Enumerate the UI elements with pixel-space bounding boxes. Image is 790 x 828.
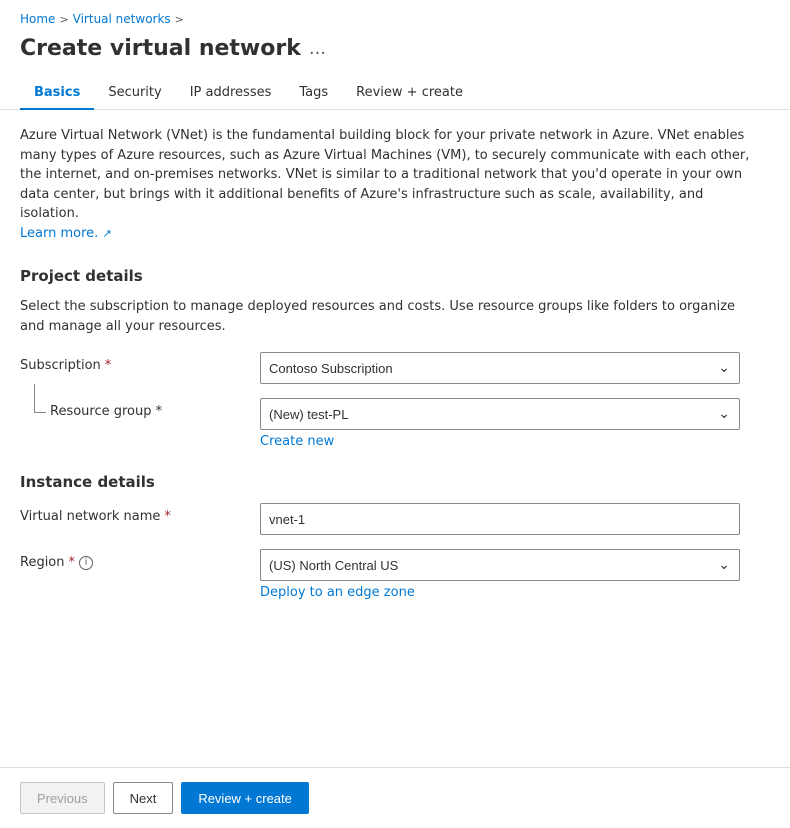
breadcrumb-sep-2: > [175,13,184,26]
page-title-row: Create virtual network ... [0,32,790,77]
subscription-label: Subscription * [20,352,260,373]
description-text: Azure Virtual Network (VNet) is the fund… [20,126,760,243]
tab-tags[interactable]: Tags [285,77,342,110]
vnet-name-label: Virtual network name * [20,503,260,524]
tabs-bar: Basics Security IP addresses Tags Review… [0,77,790,110]
breadcrumb-sep-1: > [59,13,68,26]
external-link-icon: ↗ [102,227,111,240]
tab-review-create[interactable]: Review + create [342,77,477,110]
review-create-button[interactable]: Review + create [181,782,309,814]
region-info-icon[interactable]: i [79,556,93,570]
region-row: Region * i (US) North Central US Deploy … [20,549,770,600]
subscription-required: * [105,358,112,373]
deploy-edge-link[interactable]: Deploy to an edge zone [260,585,415,600]
resource-group-field: (New) test-PL Create new [260,398,740,449]
learn-more-link[interactable]: Learn more. ↗ [20,226,112,241]
project-details-description: Select the subscription to manage deploy… [20,297,760,336]
vnet-name-required: * [164,509,171,524]
resource-group-select-wrapper: (New) test-PL [260,398,740,430]
main-content: Azure Virtual Network (VNet) is the fund… [0,110,790,630]
vnet-name-input[interactable]: vnet-1 [260,503,740,535]
more-options-icon[interactable]: ... [309,38,326,59]
region-select[interactable]: (US) North Central US [260,549,740,581]
resource-group-required: * [156,404,163,419]
resource-group-select[interactable]: (New) test-PL [260,398,740,430]
region-label: Region * i [20,549,260,570]
subscription-select[interactable]: Contoso Subscription [260,352,740,384]
page-title: Create virtual network [20,36,301,61]
region-required: * [69,555,76,570]
resource-group-label: Resource group * [50,398,260,419]
vnet-name-field: vnet-1 [260,503,740,535]
create-new-link[interactable]: Create new [260,434,334,449]
subscription-field: Contoso Subscription [260,352,740,384]
subscription-row: Subscription * Contoso Subscription [20,352,770,384]
subscription-select-wrapper: Contoso Subscription [260,352,740,384]
breadcrumb-virtual-networks[interactable]: Virtual networks [73,12,171,26]
previous-button[interactable]: Previous [20,782,105,814]
tab-ip-addresses[interactable]: IP addresses [176,77,286,110]
tab-basics[interactable]: Basics [20,77,94,110]
footer: Previous Next Review + create [0,767,790,828]
breadcrumb-home[interactable]: Home [20,12,55,26]
region-field: (US) North Central US Deploy to an edge … [260,549,740,600]
breadcrumb: Home > Virtual networks > [0,0,790,32]
instance-details-title: Instance details [20,473,770,491]
resource-group-row: Resource group * (New) test-PL Create ne… [20,398,770,449]
region-select-wrapper: (US) North Central US [260,549,740,581]
project-details-title: Project details [20,267,770,285]
vnet-name-row: Virtual network name * vnet-1 [20,503,770,535]
next-button[interactable]: Next [113,782,174,814]
tab-security[interactable]: Security [94,77,175,110]
